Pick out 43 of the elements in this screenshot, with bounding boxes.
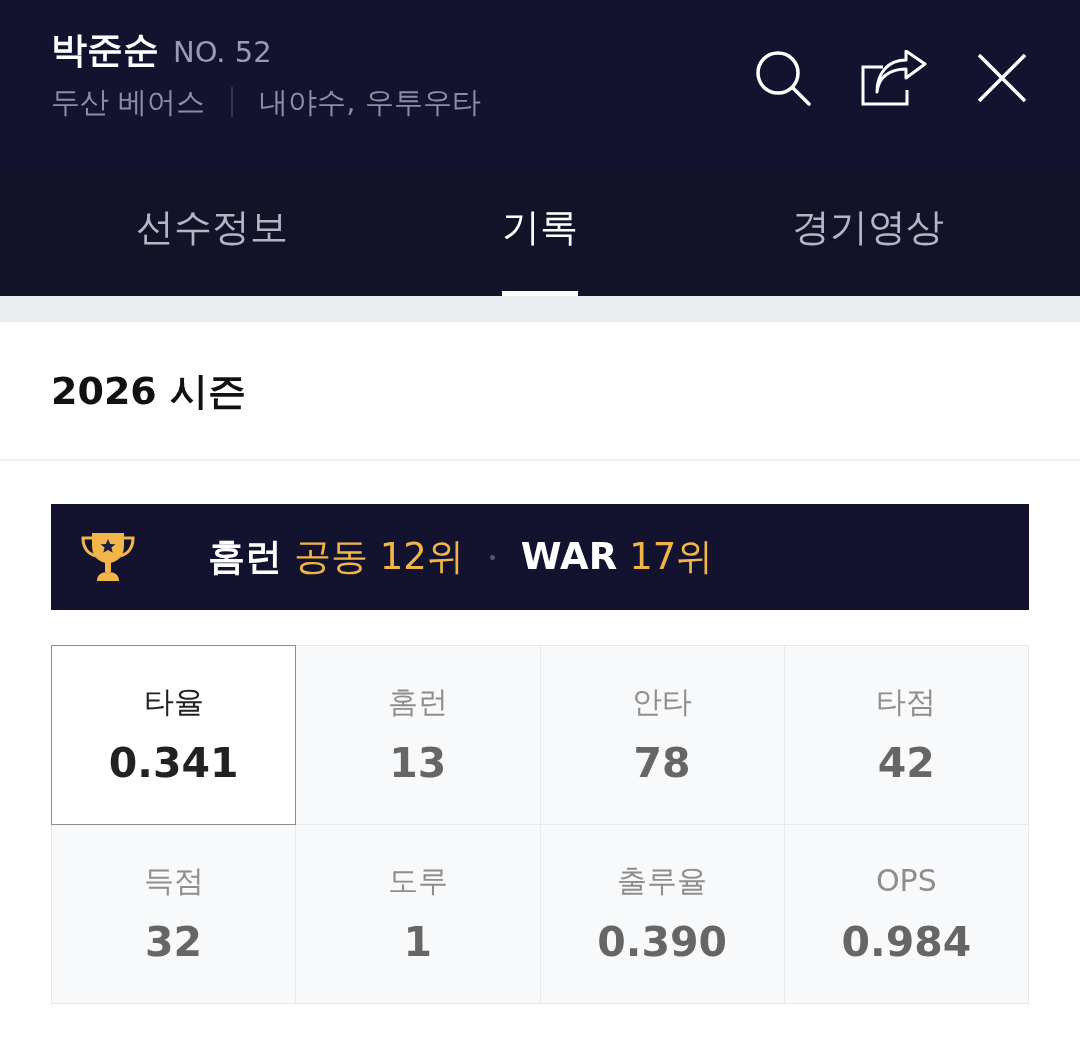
rank-value: 17위	[629, 534, 714, 580]
separator-dot-icon	[489, 554, 495, 560]
stat-label: 타율	[143, 684, 204, 720]
stat-value: 0.984	[841, 919, 972, 965]
stat-value: 0.341	[108, 740, 239, 786]
close-icon	[977, 53, 1027, 103]
stat-label: 안타	[632, 684, 693, 720]
share-button[interactable]	[859, 48, 929, 108]
stat-label: OPS	[876, 863, 937, 899]
team-name: 두산 베어스	[51, 84, 206, 120]
stat-label: 득점	[143, 863, 204, 899]
player-number: NO. 52	[173, 34, 272, 71]
stat-value: 78	[633, 740, 691, 786]
rank-stat-label: WAR	[520, 534, 618, 580]
stat-value: 1	[403, 919, 433, 965]
stat-value: 32	[145, 919, 203, 965]
stat-value: 13	[389, 740, 447, 786]
tab[interactable]: 선수정보	[136, 170, 288, 296]
stat-label: 타점	[876, 684, 937, 720]
stat-cell[interactable]: 출루율 0.390	[540, 825, 784, 1003]
stat-value: 42	[877, 740, 935, 786]
search-icon	[755, 50, 811, 106]
stat-cell[interactable]: 타점 42	[784, 646, 1028, 824]
stat-cell[interactable]: 득점 32	[52, 825, 296, 1003]
share-icon	[861, 50, 927, 106]
player-position: 내야수, 우투우타	[259, 84, 481, 120]
stat-value: 0.390	[597, 919, 727, 965]
stat-cell[interactable]: OPS 0.984	[784, 825, 1028, 1003]
player-name: 박준순	[51, 28, 159, 72]
close-button[interactable]	[975, 51, 1029, 105]
stat-cell[interactable]: 홈런 13	[296, 646, 540, 824]
stat-label: 도루	[387, 863, 448, 899]
stat-cell[interactable]: 안타 78	[540, 646, 784, 824]
stat-cell[interactable]: 도루 1	[296, 825, 540, 1003]
stat-label: 출루율	[617, 863, 708, 899]
rank-stat-label: 홈런	[208, 534, 282, 580]
search-button[interactable]	[753, 48, 813, 108]
tab[interactable]: 경기영상	[792, 170, 944, 296]
stat-cell[interactable]: 타율 0.341	[52, 646, 296, 824]
season-title: 2026 시즌	[51, 367, 246, 414]
rank-value: 공동 12위	[294, 534, 464, 580]
tab[interactable]: 기록	[502, 170, 578, 296]
stat-label: 홈런	[387, 684, 448, 720]
